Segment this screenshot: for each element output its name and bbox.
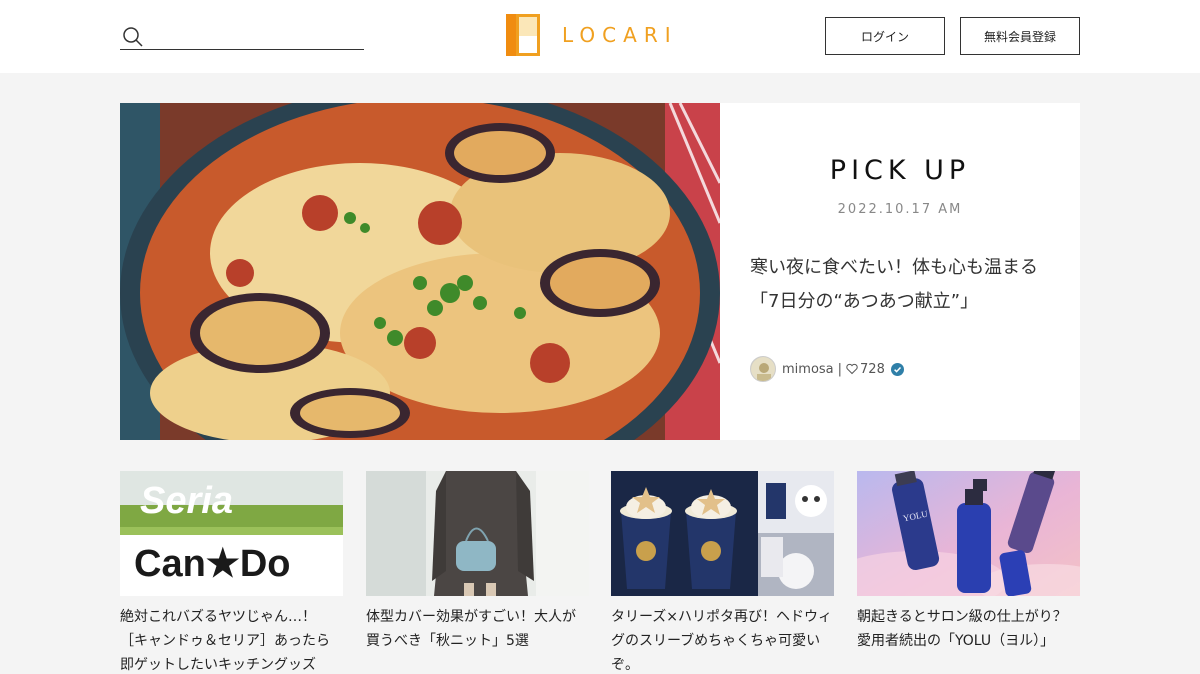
article-card[interactable]: Seria Can★Do 絶対これバズるヤツじゃん…！［キャンドゥ＆セリア］あっ… — [120, 471, 343, 674]
pickup-body: PICK UP 2022.10.17 AM 寒い夜に食べたい！体も心も温まる「7… — [720, 103, 1080, 440]
meta-separator: | — [837, 361, 843, 377]
pickup-article[interactable]: PICK UP 2022.10.17 AM 寒い夜に食べたい！体も心も温まる「7… — [120, 103, 1080, 440]
author-avatar[interactable] — [750, 356, 776, 382]
pickup-headline[interactable]: 寒い夜に食べたい！体も心も温まる「7日分の“あつあつ献立”」 — [750, 251, 1060, 319]
pickup-image[interactable] — [120, 103, 720, 440]
knit-outfit-photo-icon — [366, 471, 589, 596]
card-image-text-top: Seria — [140, 480, 233, 522]
pickup-date: 2022.10.17 AM — [837, 202, 963, 217]
search-bar[interactable] — [120, 24, 364, 50]
logo-mark-icon — [506, 14, 540, 56]
card-image[interactable] — [611, 471, 834, 596]
card-title[interactable]: 絶対これバズるヤツじゃん…！［キャンドゥ＆セリア］あったら即ゲットしたいキッチン… — [120, 605, 343, 674]
verified-icon — [890, 362, 904, 376]
heart-icon — [846, 363, 858, 375]
article-card[interactable]: YOLU 朝起きるとサロン級の仕上がり？ 愛用者続出の「YOLU（ヨル）」 — [857, 471, 1080, 674]
store-sign-photo-icon: Seria Can★Do — [120, 471, 343, 596]
pickup-meta: mimosa | 728 — [750, 355, 904, 383]
search-icon[interactable] — [122, 26, 144, 48]
site-logo[interactable]: LOCARI — [506, 14, 678, 56]
card-title[interactable]: 体型カバー効果がすごい！大人が買うべき「秋ニット」5選 — [366, 605, 589, 674]
pickup-heading: PICK UP — [829, 155, 971, 186]
like-count: 728 — [860, 361, 885, 377]
site-header: LOCARI ログイン 無料会員登録 — [0, 0, 1200, 73]
card-title[interactable]: タリーズ×ハリポタ再び！ヘドウィグのスリーブめちゃくちゃ可愛いぞ。 — [611, 605, 834, 674]
card-image[interactable]: Seria Can★Do — [120, 471, 343, 596]
register-button[interactable]: 無料会員登録 — [960, 17, 1080, 55]
food-photo-icon — [120, 103, 720, 440]
drink-cups-photo-icon — [611, 471, 834, 596]
card-title[interactable]: 朝起きるとサロン級の仕上がり？ 愛用者続出の「YOLU（ヨル）」 — [857, 605, 1080, 674]
card-image[interactable] — [366, 471, 589, 596]
card-image[interactable]: YOLU — [857, 471, 1080, 596]
card-image-text-bottom: Can★Do — [134, 543, 291, 585]
hair-care-bottles-photo-icon: YOLU — [857, 471, 1080, 596]
article-card[interactable]: タリーズ×ハリポタ再び！ヘドウィグのスリーブめちゃくちゃ可愛いぞ。 — [611, 471, 834, 674]
logo-text: LOCARI — [562, 23, 678, 47]
login-button[interactable]: ログイン — [825, 17, 945, 55]
search-input[interactable] — [150, 24, 360, 48]
article-card[interactable]: 体型カバー効果がすごい！大人が買うべき「秋ニット」5選 — [366, 471, 589, 674]
author-name[interactable]: mimosa — [782, 362, 834, 377]
